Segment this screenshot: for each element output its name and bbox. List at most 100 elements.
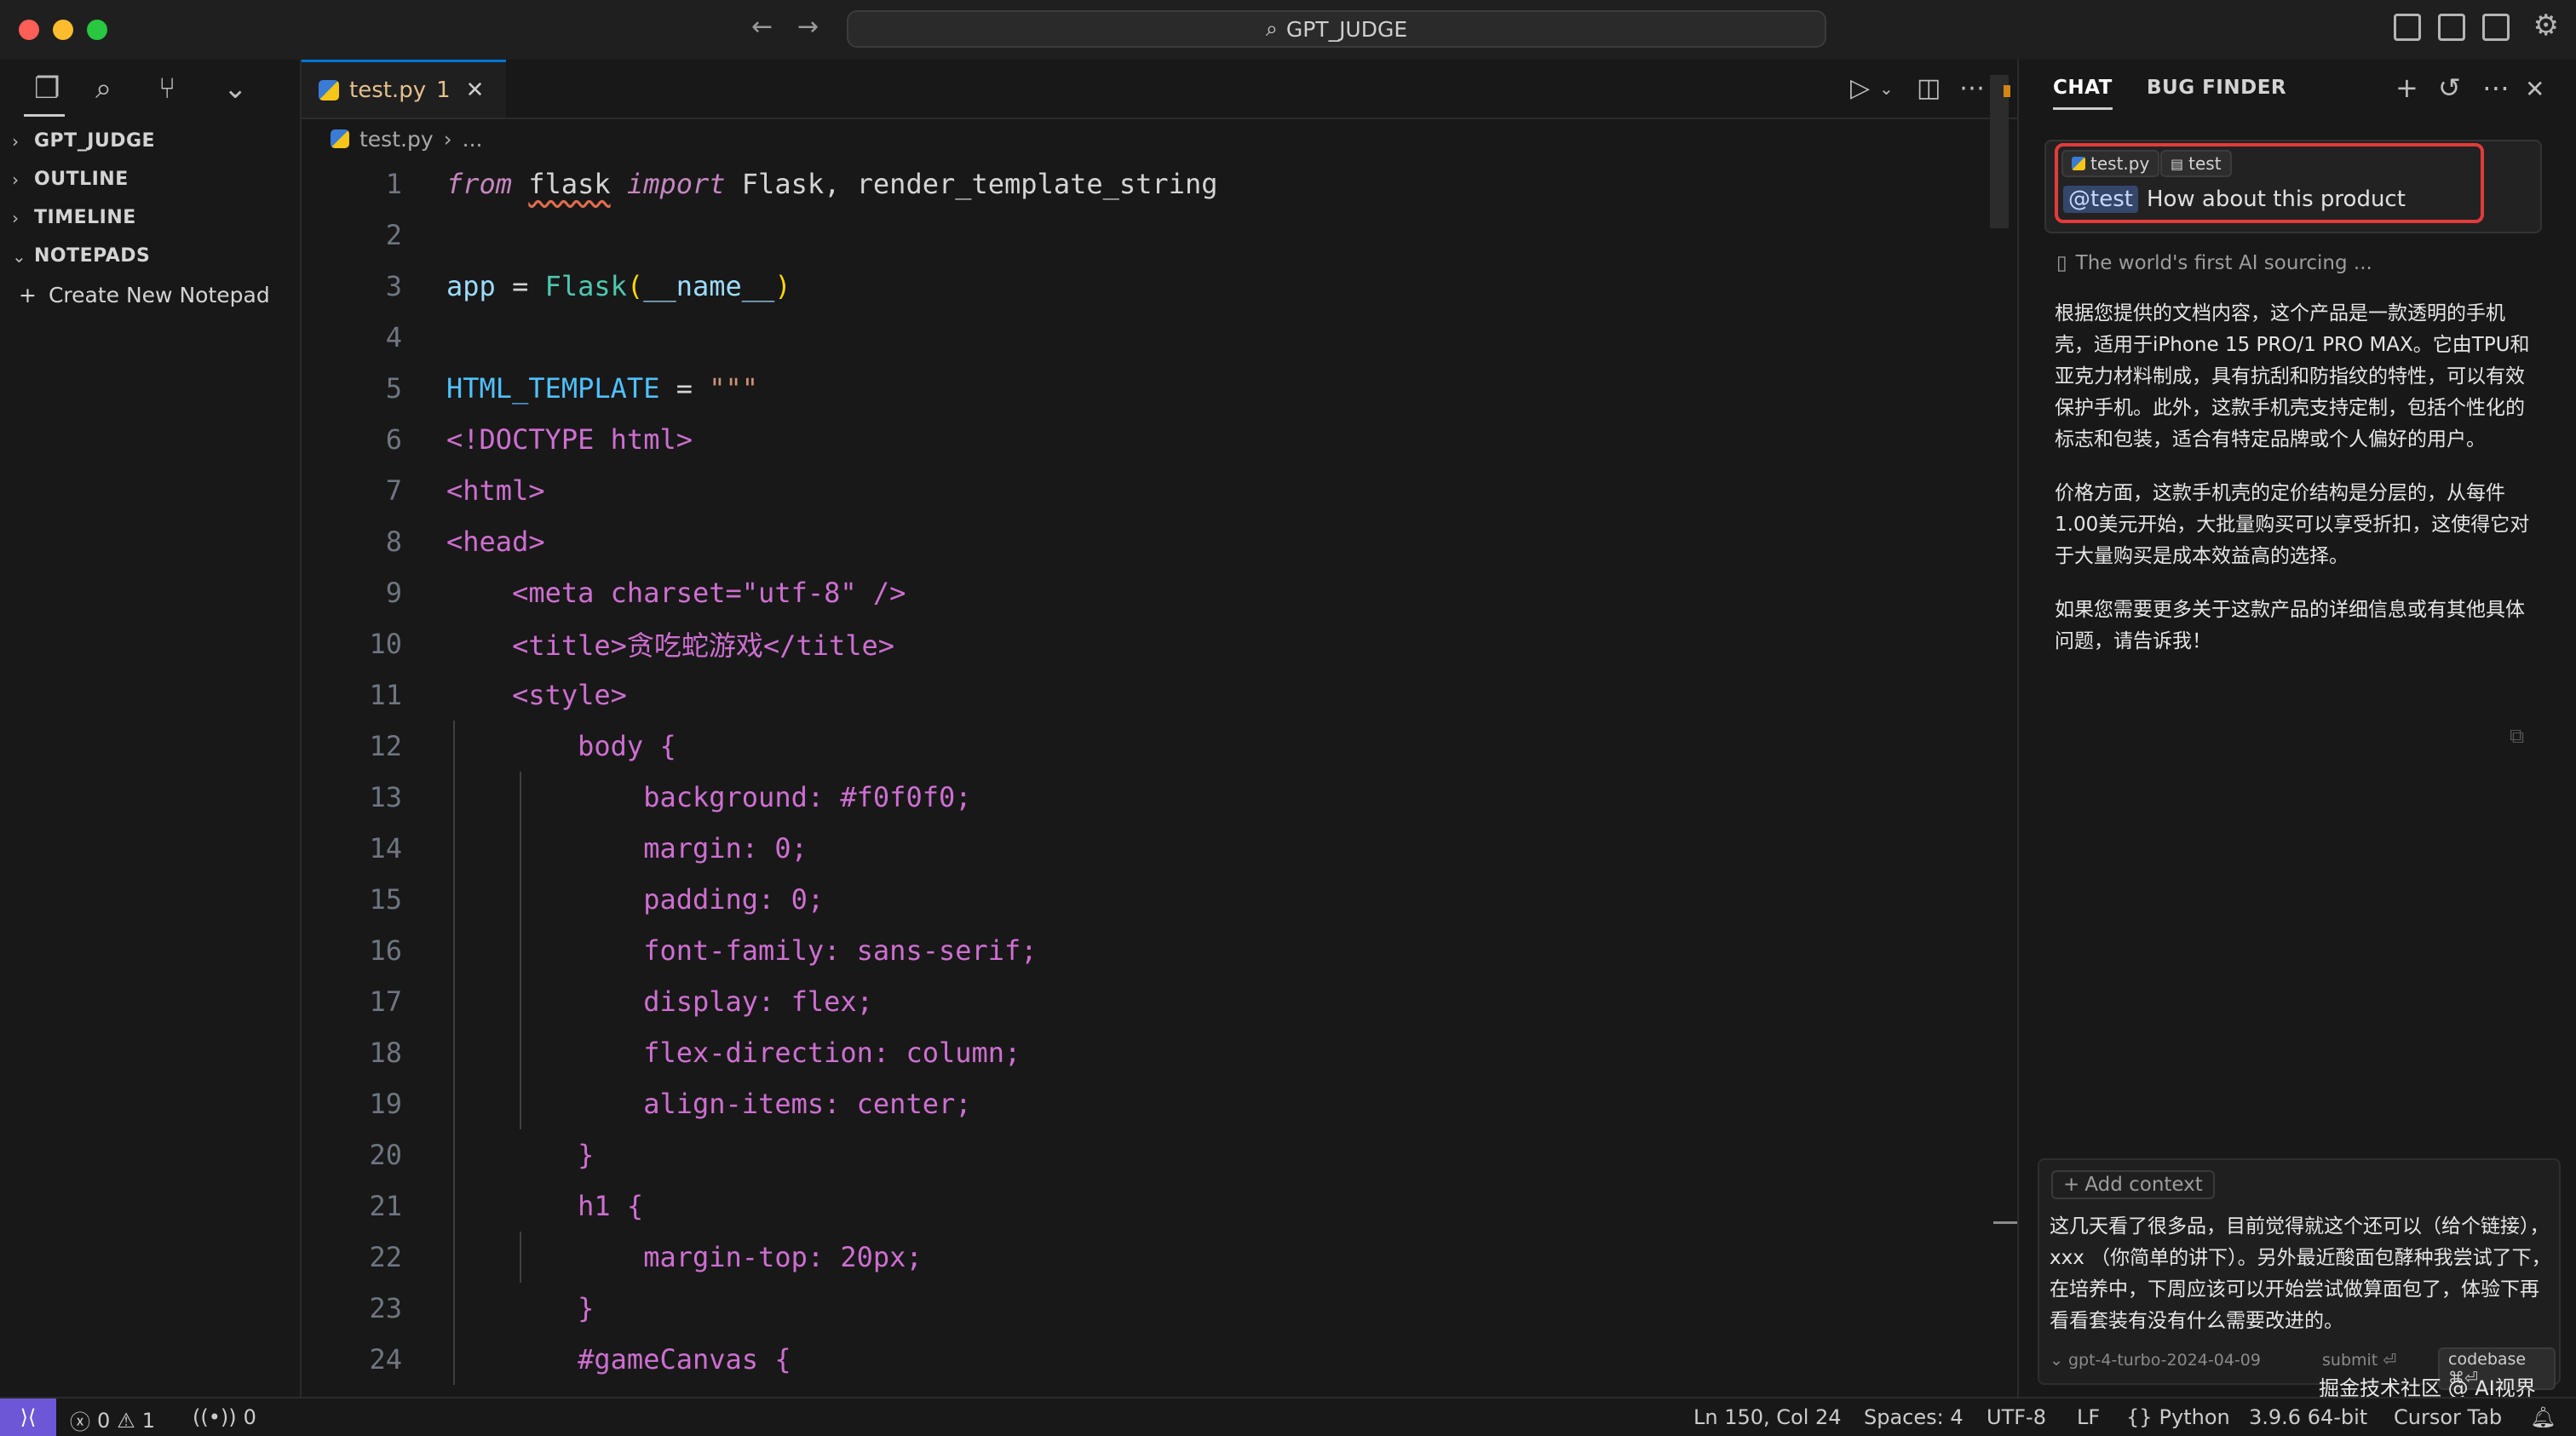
document-reference[interactable]: ▯ The world's first AI sourcing ... — [2056, 252, 2372, 274]
code-line[interactable]: 14 margin: 0; — [302, 823, 2005, 874]
chevron-right-icon: › — [12, 169, 20, 190]
breadcrumb-symbol[interactable]: ... — [463, 127, 483, 152]
line-number: 16 — [369, 934, 402, 967]
context-chip-notepad[interactable]: ▤ test — [2160, 150, 2232, 177]
code-line[interactable]: 1 from flask import Flask, render_templat… — [302, 158, 2005, 210]
code-line[interactable]: 7 <html> — [302, 465, 2005, 516]
python-file-icon — [331, 129, 349, 148]
toggle-panel-icon[interactable] — [2438, 14, 2465, 41]
back-arrow-icon[interactable]: ← — [751, 12, 773, 42]
problems-indicator[interactable]: ⓧ 0 ⚠ 1 — [70, 1405, 155, 1435]
code-line[interactable]: 10 <title>贪吃蛇游戏</title> — [302, 618, 2005, 669]
language-mode[interactable]: {} Python — [2126, 1405, 2230, 1429]
code-line[interactable]: 20 } — [302, 1129, 2005, 1180]
window-minimize-button[interactable] — [53, 20, 73, 40]
window-maximize-button[interactable] — [87, 20, 107, 40]
tab-bug-finder[interactable]: BUG FINDER — [2147, 77, 2286, 99]
toggle-secondary-sidebar-icon[interactable] — [2482, 14, 2510, 41]
code-line[interactable]: 12 body { — [302, 721, 2005, 772]
code-line[interactable]: 22 margin-top: 20px; — [302, 1232, 2005, 1283]
chat-composer[interactable]: + Add context 这几天看了很多品，目前觉得就这个还可以（给个链接），… — [2038, 1158, 2561, 1390]
line-text: <style> — [446, 679, 627, 711]
bell-icon[interactable]: 🔔︎ — [2530, 1405, 2556, 1429]
add-context-button[interactable]: + Add context — [2051, 1170, 2215, 1199]
forward-arrow-icon[interactable]: → — [797, 12, 819, 42]
indentation[interactable]: Spaces: 4 — [1864, 1405, 1964, 1429]
tree-section-timeline[interactable]: › TIMELINE — [0, 198, 300, 237]
encoding[interactable]: UTF-8 — [1987, 1405, 2046, 1429]
mention-tag[interactable]: @test — [2063, 186, 2138, 213]
code-line[interactable]: 15 padding: 0; — [302, 874, 2005, 925]
window-close-button[interactable] — [19, 20, 39, 40]
line-text: margin: 0; — [446, 832, 808, 864]
close-icon[interactable]: ✕ — [466, 78, 485, 103]
line-number: 17 — [369, 985, 402, 1018]
tab-chat[interactable]: CHAT — [2053, 77, 2113, 110]
answer-paragraph: 价格方面，这款手机壳的定价结构是分层的，从每件1.00美元开始，大批量购买可以享… — [2055, 482, 2530, 567]
line-number: 14 — [369, 832, 402, 864]
close-icon[interactable]: ✕ — [2525, 75, 2544, 103]
line-number: 15 — [369, 883, 402, 916]
line-text: h1 { — [446, 1190, 644, 1222]
error-count: 0 — [97, 1408, 111, 1433]
more-icon[interactable]: ⋯ — [2482, 72, 2510, 104]
broadcast-icon: ((•)) — [193, 1405, 237, 1429]
split-editor-icon[interactable]: ◫ — [1917, 73, 1941, 103]
search-label: GPT_JUDGE — [1285, 16, 1408, 42]
code-line[interactable]: 8 <head> — [302, 516, 2005, 567]
line-text: from flask import Flask, render_template… — [446, 168, 1218, 200]
run-play-icon[interactable]: ▷ — [1850, 73, 1870, 103]
code-line[interactable]: 5 HTML_TEMPLATE = """ — [302, 363, 2005, 414]
submit-button[interactable]: submit ⏎ — [2322, 1351, 2396, 1370]
editor-scrollbar[interactable] — [1990, 75, 2009, 228]
code-view[interactable]: 1 from flask import Flask, render_templat… — [302, 158, 2005, 1385]
code-line[interactable]: 16 font-family: sans-serif; — [302, 925, 2005, 976]
more-views-chevron-icon[interactable]: ⌄ — [223, 72, 248, 106]
context-chip-file[interactable]: test.py — [2061, 150, 2160, 177]
line-text: <meta charset="utf-8" /> — [446, 577, 906, 609]
end-of-line[interactable]: LF — [2077, 1405, 2100, 1429]
code-line[interactable]: 17 display: flex; — [302, 976, 2005, 1027]
tree-section-notepads[interactable]: ⌄ NOTEPADS — [0, 237, 300, 275]
tab-test-py[interactable]: test.py 1 ✕ — [302, 60, 506, 118]
create-notepad-button[interactable]: + Create New Notepad — [0, 275, 300, 314]
history-icon[interactable]: ↺ — [2438, 72, 2461, 104]
explorer-files-icon[interactable]: ❐ — [34, 72, 60, 106]
chip-label: test — [2188, 153, 2222, 174]
source-control-icon[interactable]: ⑂ — [158, 72, 175, 106]
cursor-tab-status[interactable]: Cursor Tab — [2394, 1405, 2502, 1429]
copy-icon[interactable]: ⧉ — [2510, 724, 2524, 748]
code-line[interactable]: 13 background: #f0f0f0; — [302, 772, 2005, 823]
model-selector[interactable]: ⌄ gpt-4-turbo-2024-04-09 — [2050, 1351, 2261, 1370]
settings-gear-icon[interactable]: ⚙ — [2533, 9, 2559, 43]
code-line[interactable]: 9 <meta charset="utf-8" /> — [302, 567, 2005, 618]
code-line[interactable]: 4 — [302, 312, 2005, 363]
code-line[interactable]: 18 flex-direction: column; — [302, 1027, 2005, 1078]
search-icon[interactable]: ⌕ — [95, 72, 112, 106]
remote-indicator-icon[interactable]: ⟩⟨ — [0, 1399, 56, 1436]
breadcrumb-file[interactable]: test.py — [359, 127, 434, 152]
code-line[interactable]: 2 — [302, 210, 2005, 261]
toggle-primary-sidebar-icon[interactable] — [2394, 14, 2421, 41]
code-line[interactable]: 3 app = Flask(__name__) — [302, 261, 2005, 312]
tree-section-outline[interactable]: › OUTLINE — [0, 160, 300, 198]
code-line[interactable]: 6 <!DOCTYPE html> — [302, 414, 2005, 465]
command-center-search[interactable]: ⌕ GPT_JUDGE — [847, 10, 1826, 48]
code-line[interactable]: 23 } — [302, 1283, 2005, 1334]
code-line[interactable]: 24 #gameCanvas { — [302, 1334, 2005, 1385]
tree-section-gpt-judge[interactable]: › GPT_JUDGE — [0, 122, 300, 160]
more-actions-icon[interactable]: ⋯ — [1959, 73, 1985, 103]
chevron-right-icon: › — [12, 130, 20, 152]
line-number: 18 — [369, 1037, 402, 1069]
composer-input[interactable]: 这几天看了很多品，目前觉得就这个还可以（给个链接），xxx （你简单的讲下）。另… — [2050, 1211, 2556, 1337]
code-line[interactable]: 21 h1 { — [302, 1180, 2005, 1232]
code-line[interactable]: 11 <style> — [302, 669, 2005, 721]
cursor-position[interactable]: Ln 150, Col 24 — [1693, 1405, 1842, 1429]
ports-count: 0 — [243, 1405, 256, 1429]
line-text: HTML_TEMPLATE = """ — [446, 372, 759, 405]
ports-indicator[interactable]: ((•)) 0 — [193, 1405, 256, 1429]
python-interpreter[interactable]: 3.9.6 64-bit — [2249, 1405, 2367, 1429]
code-line[interactable]: 19 align-items: center; — [302, 1078, 2005, 1129]
new-chat-plus-icon[interactable]: + — [2395, 72, 2418, 104]
run-dropdown-chevron-icon[interactable]: ⌄ — [1879, 78, 1894, 99]
